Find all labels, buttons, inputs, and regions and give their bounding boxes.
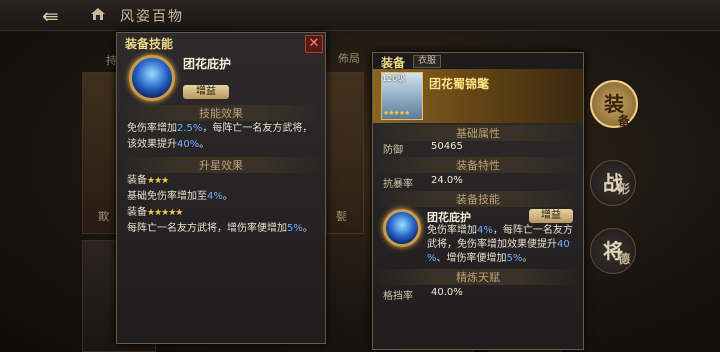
tab-equipment-sub: 备 [618, 114, 631, 128]
item-level: 120级 [382, 74, 406, 83]
item-name: 团花蜀锦氅 [429, 77, 490, 91]
refine-label: 格挡率 [383, 291, 413, 302]
tab-equipment[interactable]: 装 [590, 80, 638, 128]
background-label: 欺 [98, 210, 109, 223]
trait-value: 24.0% [431, 175, 463, 186]
tab-formation-sub: 形 [618, 182, 631, 196]
effect-line-2: 该效果提升40%。 [127, 139, 210, 150]
section-skill-effect: 技能效果 [117, 105, 325, 121]
equipment-type-tag: 衣服 [413, 55, 442, 68]
refine-value: 40.0% [431, 287, 463, 298]
skill-desc-line-3: %、增伤率便增加5%。 [427, 253, 533, 264]
star-icon: ★★★★★ [147, 208, 183, 218]
panel-title: 装备技能 [125, 37, 174, 51]
attr-value: 50465 [431, 141, 463, 152]
home-icon[interactable] [90, 6, 106, 22]
star-row-2: 装备★★★★★ [127, 207, 183, 218]
skill-name: 团花庇护 [183, 57, 232, 71]
background-label: 甏 [336, 210, 347, 223]
star-desc-1: 基础免伤率增加至4%。 [127, 191, 233, 202]
skill-tag: 增益 [183, 85, 229, 99]
tab-virtue-sub: 德 [618, 252, 631, 266]
equip-skill-panel: 装备技能 ✕ 团花庇护 增益 技能效果 免伤率增加2.5%，每阵亡一名友方武将，… [116, 32, 326, 344]
section-star-effect: 升星效果 [117, 157, 325, 173]
background-tab: 佈局 [338, 52, 360, 65]
top-bar: ⇚ 风姿百物 [0, 0, 720, 31]
star-icon: ★★★ [147, 176, 169, 186]
skill-shield-icon [383, 209, 421, 247]
item-stars-icon: ★★★★★ [383, 109, 410, 117]
section-refine: 精炼天赋 [373, 269, 583, 285]
page-title: 风姿百物 [120, 9, 184, 25]
star-desc-2: 每阵亡一名友方武将，增伤率便增加5%。 [127, 223, 313, 234]
section-base-attr: 基础属性 [373, 125, 583, 141]
section-trait: 装备特性 [373, 157, 583, 173]
skill-tag: 增益 [529, 209, 573, 223]
section-equip-skill: 装备技能 [373, 191, 583, 207]
star-row-1: 装备★★★ [127, 175, 169, 186]
attr-label: 防御 [383, 145, 403, 156]
skill-shield-icon [129, 55, 175, 101]
effect-line-1: 免伤率增加2.5%，每阵亡一名友方武将， [127, 123, 313, 134]
equipment-panel: 装备 衣服 120级 ★★★★★ 团花蜀锦氅 基础属性 防御 50465 装备特… [372, 52, 584, 350]
item-banner: 120级 ★★★★★ 团花蜀锦氅 [373, 69, 583, 123]
back-arrow-icon[interactable]: ⇚ [42, 4, 59, 28]
trait-label: 抗暴率 [383, 179, 413, 190]
close-icon[interactable]: ✕ [305, 35, 323, 53]
